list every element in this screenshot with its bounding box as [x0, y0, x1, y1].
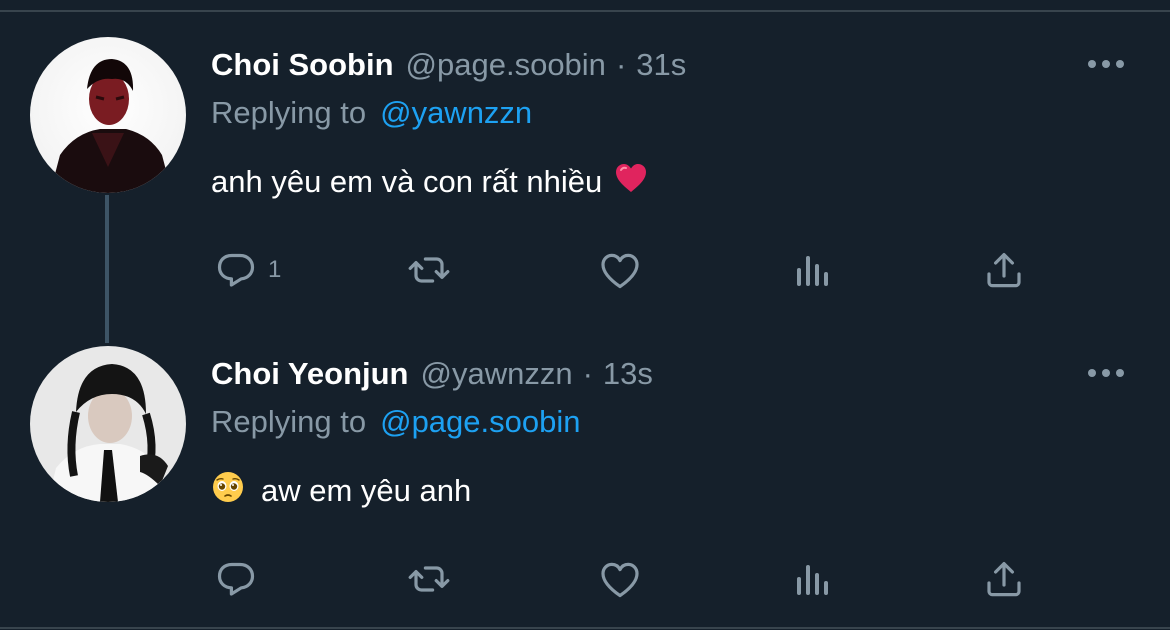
- separator-dot: ·: [582, 356, 593, 391]
- replying-to-mention[interactable]: @page.soobin: [380, 404, 580, 440]
- tweet-text: aw em yêu anh: [211, 469, 471, 513]
- bottom-divider: [0, 627, 1170, 629]
- like-button[interactable]: [596, 551, 644, 607]
- pleading-face-emoji-icon: [211, 470, 245, 512]
- retweet-button[interactable]: [405, 551, 453, 607]
- reply-button[interactable]: [212, 551, 268, 607]
- more-dots-icon: [1088, 369, 1124, 377]
- timestamp[interactable]: 13s: [603, 356, 653, 392]
- replying-to-label: Replying to: [211, 404, 367, 439]
- share-button[interactable]: [980, 551, 1028, 607]
- share-icon: [987, 562, 1021, 597]
- tweet-text-content: aw em yêu anh: [261, 473, 472, 508]
- user-handle[interactable]: @yawnzzn: [421, 356, 573, 392]
- analytics-icon: [797, 565, 828, 595]
- avatar-yeonjun-image: [30, 346, 186, 502]
- more-options-button[interactable]: [1080, 361, 1132, 385]
- reply-icon: [217, 562, 255, 596]
- avatar[interactable]: [30, 346, 186, 502]
- tweet-yeonjun[interactable]: Choi Yeonjun @yawnzzn · 13s Replying to …: [0, 0, 1170, 630]
- retweet-icon: [408, 566, 450, 592]
- display-name[interactable]: Choi Yeonjun: [211, 356, 409, 392]
- tweet-actions: [0, 551, 1170, 607]
- analytics-button[interactable]: [789, 551, 837, 607]
- replying-to-line: Replying to @page.soobin: [211, 402, 581, 442]
- tweet-header: Choi Yeonjun @yawnzzn · 13s: [211, 354, 653, 394]
- like-icon: [601, 562, 639, 598]
